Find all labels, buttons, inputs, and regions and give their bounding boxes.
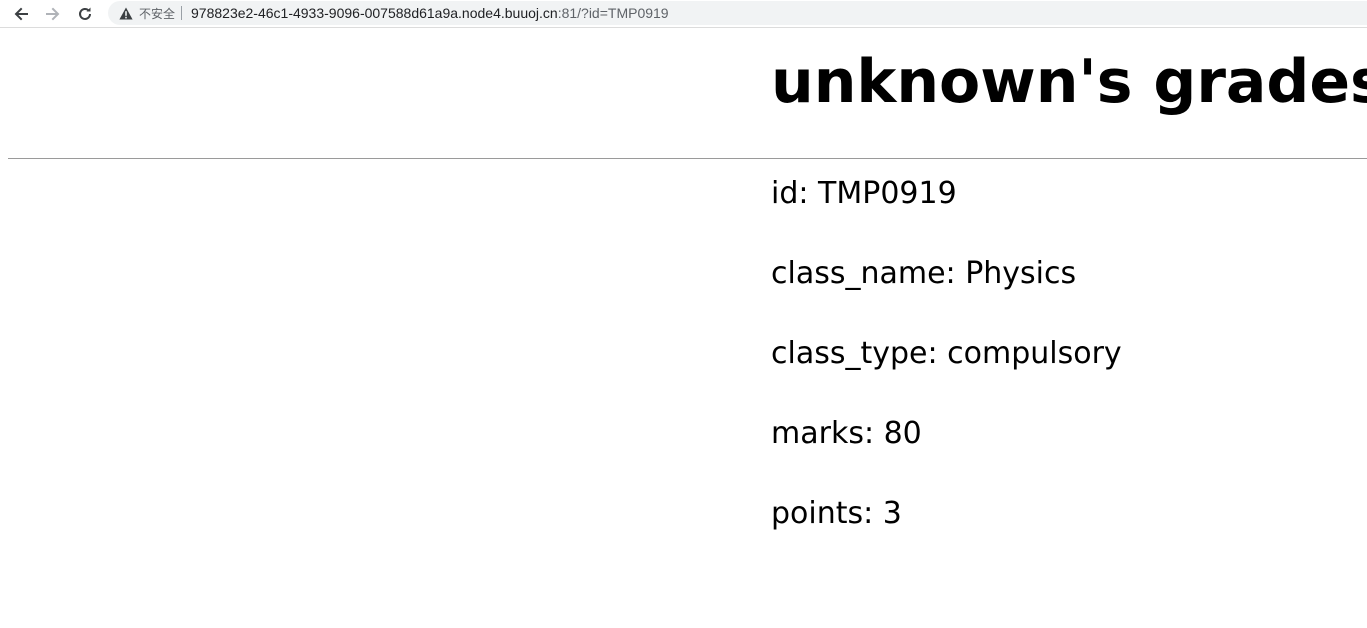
- address-separator: [181, 6, 183, 20]
- reload-icon: [79, 7, 91, 20]
- field-points: points: 3: [771, 496, 902, 531]
- page-content: unknown's grades sheet id: TMP0919 class…: [0, 28, 1367, 628]
- field-class-name: class_name: Physics: [771, 256, 1077, 291]
- horizontal-rule: [8, 158, 1367, 159]
- field-id: id: TMP0919: [771, 176, 957, 211]
- forward-button[interactable]: [42, 3, 64, 25]
- field-marks: marks: 80: [771, 416, 922, 451]
- url-path: :81/?id=TMP0919: [557, 5, 669, 21]
- arrow-left-icon: [14, 7, 28, 20]
- reload-button[interactable]: [74, 3, 96, 25]
- back-button[interactable]: [10, 3, 32, 25]
- url-host: 978823e2-46c1-4933-9096-007588d61a9a.nod…: [191, 5, 558, 21]
- address-bar[interactable]: 不安全 978823e2-46c1-4933-9096-007588d61a9a…: [108, 1, 1367, 25]
- arrow-right-icon: [46, 7, 60, 20]
- url-text[interactable]: 978823e2-46c1-4933-9096-007588d61a9a.nod…: [191, 5, 669, 21]
- field-class-type: class_type: compulsory: [771, 336, 1122, 371]
- page-title: unknown's grades sheet: [771, 47, 1367, 117]
- browser-toolbar: 不安全 978823e2-46c1-4933-9096-007588d61a9a…: [0, 0, 1367, 28]
- security-status-label[interactable]: 不安全: [139, 5, 175, 22]
- warning-triangle-icon[interactable]: [119, 6, 133, 20]
